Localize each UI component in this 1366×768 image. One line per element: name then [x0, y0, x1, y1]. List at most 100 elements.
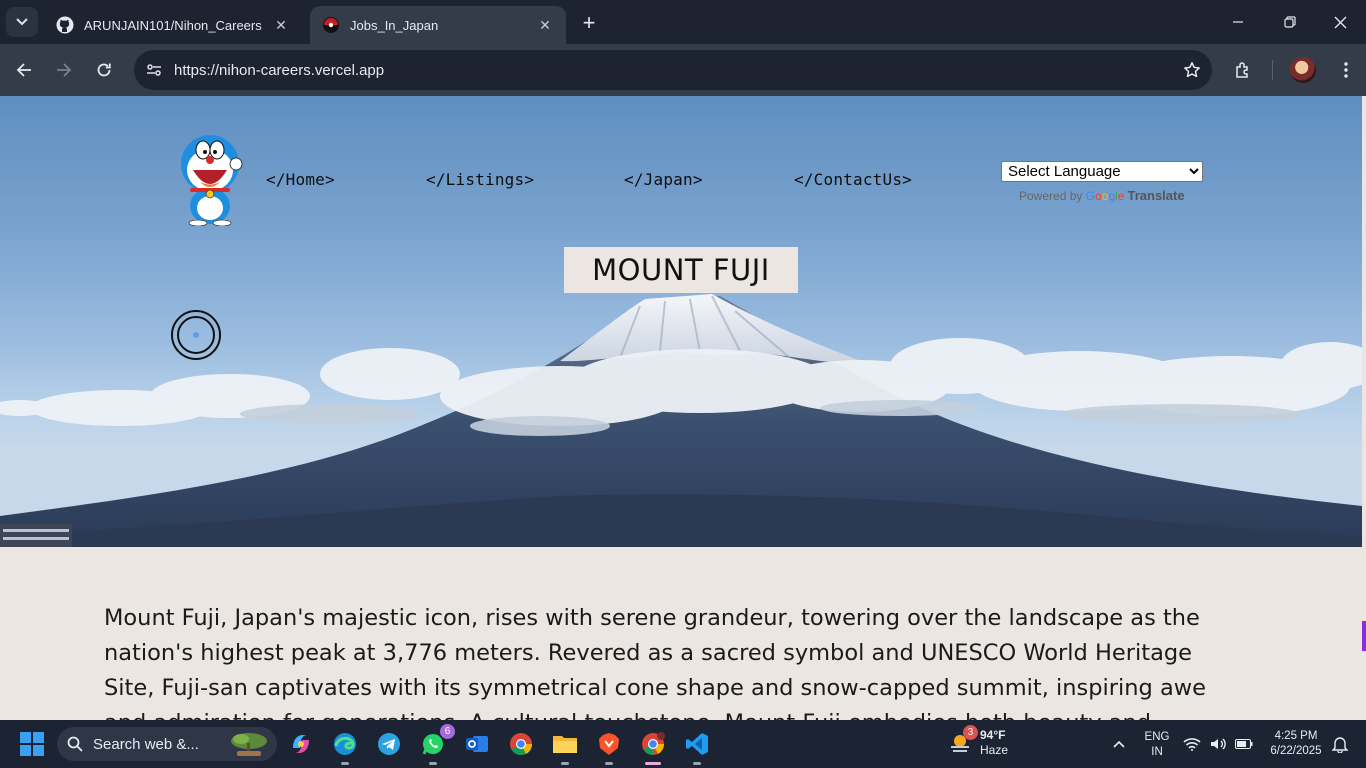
toolbar-divider: [1272, 60, 1273, 80]
site-logo[interactable]: [176, 134, 244, 226]
notification-badge: 6: [440, 724, 455, 739]
running-indicator: [693, 762, 701, 765]
clock-time: 4:25 PM: [1274, 730, 1318, 742]
running-indicator: [341, 762, 349, 765]
language-select[interactable]: Select Language: [1001, 161, 1203, 182]
edge-app[interactable]: [329, 728, 361, 765]
puzzle-icon: [1236, 62, 1248, 78]
outlook-app[interactable]: [461, 728, 493, 760]
back-button[interactable]: [8, 54, 40, 86]
chrome-app[interactable]: [505, 728, 537, 760]
vscode-icon: [686, 733, 708, 755]
wifi-icon: [1183, 738, 1201, 751]
plus-icon: +: [582, 10, 596, 35]
weather-badge: 3: [963, 725, 978, 740]
chrome-icon: [510, 733, 533, 755]
bonsai-icon: [231, 733, 267, 756]
arrow-left-icon: [16, 63, 31, 77]
copilot-app[interactable]: [285, 728, 317, 760]
nav-home-link[interactable]: </Home>: [266, 170, 335, 189]
language-code: ENG: [1144, 731, 1170, 743]
custom-cursor: [171, 310, 221, 360]
intro-paragraph: Mount Fuji, Japan's majestic icon, rises…: [104, 605, 1206, 720]
edge-icon: [334, 733, 356, 755]
tab-github[interactable]: ARUNJAIN101/Nihon_Careers ✕: [44, 6, 302, 44]
browser-toolbar: https://nihon-careers.vercel.app: [0, 44, 1366, 96]
battery-icon: [1235, 739, 1253, 749]
running-indicator: [429, 762, 437, 765]
tab-jobs-in-japan[interactable]: Jobs_In_Japan ✕: [310, 6, 566, 44]
copilot-icon: [293, 735, 309, 753]
system-tray-quick-settings[interactable]: [1178, 728, 1258, 760]
minimize-button[interactable]: [1212, 0, 1264, 44]
tab-title: Jobs_In_Japan: [350, 17, 439, 33]
brave-app[interactable]: [593, 728, 625, 765]
haze-icon: 3: [948, 725, 978, 755]
github-icon: [56, 16, 74, 34]
chevron-up-icon: [1113, 740, 1125, 748]
telegram-icon: [378, 733, 400, 755]
forward-button[interactable]: [48, 54, 80, 86]
more-vertical-icon: [1344, 62, 1348, 78]
close-icon[interactable]: ✕: [536, 16, 554, 34]
outlook-icon: [466, 736, 488, 752]
site-info-icon[interactable]: [136, 62, 172, 78]
address-bar[interactable]: https://nihon-careers.vercel.app: [134, 50, 1212, 90]
show-hidden-icons-button[interactable]: [1103, 728, 1135, 760]
volume-icon: [1210, 738, 1226, 750]
clock-date: 6/22/2025: [1270, 745, 1322, 757]
start-button[interactable]: [16, 728, 48, 760]
url-text[interactable]: https://nihon-careers.vercel.app: [174, 62, 1172, 79]
google-logo[interactable]: Google: [1086, 189, 1125, 203]
clock[interactable]: 4:25 PM 6/22/2025: [1262, 729, 1330, 759]
extensions-button[interactable]: [1227, 54, 1259, 86]
tab-strip: ARUNJAIN101/Nihon_Careers ✕ Jobs_In_Japa…: [0, 0, 1366, 44]
hero-banner: </Home> </Listings> </Japan> </ContactUs…: [0, 96, 1362, 547]
search-placeholder: Search web &...: [93, 735, 199, 753]
chrome-icon: [642, 732, 665, 755]
notification-center-button[interactable]: [1328, 728, 1352, 760]
profile-avatar[interactable]: [1290, 57, 1316, 83]
chevron-down-icon: [16, 18, 28, 26]
windows-logo-icon: [20, 732, 44, 756]
whatsapp-app[interactable]: 6: [417, 724, 455, 765]
reload-button[interactable]: [88, 54, 120, 86]
taskbar-search[interactable]: Search web &...: [57, 727, 277, 761]
vscode-app[interactable]: [681, 728, 713, 765]
telegram-app[interactable]: [373, 728, 405, 760]
chrome-menu-button[interactable]: [1330, 54, 1362, 86]
tab-search-button[interactable]: [6, 7, 38, 37]
nav-japan-link[interactable]: </Japan>: [624, 170, 703, 189]
reload-icon: [97, 63, 111, 77]
bookmark-star-icon[interactable]: [1172, 61, 1212, 79]
file-explorer-app[interactable]: [549, 728, 581, 765]
restore-icon: [1284, 16, 1296, 28]
cursor-dot: [193, 332, 199, 338]
powered-by-text: Powered by: [1019, 189, 1083, 203]
folder-icon: [553, 736, 577, 753]
close-window-button[interactable]: [1314, 0, 1366, 44]
region-code: IN: [1151, 746, 1163, 758]
brave-icon: [599, 733, 619, 755]
arrow-right-icon: [57, 63, 72, 77]
weather-widget[interactable]: 3 94°F Haze: [948, 725, 1008, 758]
nav-listings-link[interactable]: </Listings>: [426, 170, 534, 189]
new-tab-button[interactable]: +: [576, 10, 602, 36]
scrollbar-thumb[interactable]: [1362, 621, 1366, 651]
active-indicator: [645, 762, 661, 765]
bell-icon: [1332, 737, 1348, 753]
input-language-indicator[interactable]: ENG IN: [1140, 730, 1174, 760]
nav-contactus-link[interactable]: </ContactUs>: [794, 170, 912, 189]
site-favicon-icon: [322, 16, 340, 34]
running-indicator: [605, 762, 613, 765]
search-icon: [67, 736, 83, 752]
weather-temperature: 94°F: [980, 728, 1006, 742]
restore-button[interactable]: [1264, 0, 1316, 44]
windows-taskbar: Search web &... 6 3 94°F Haze ENG IN 4:2…: [0, 720, 1366, 768]
close-icon: [1334, 16, 1346, 28]
hero-title: MOUNT FUJI: [564, 247, 798, 293]
chrome-profile-app[interactable]: [637, 728, 669, 765]
translate-link[interactable]: Translate: [1127, 188, 1184, 203]
close-icon[interactable]: ✕: [272, 16, 290, 34]
tab-title: ARUNJAIN101/Nihon_Careers: [84, 17, 262, 33]
